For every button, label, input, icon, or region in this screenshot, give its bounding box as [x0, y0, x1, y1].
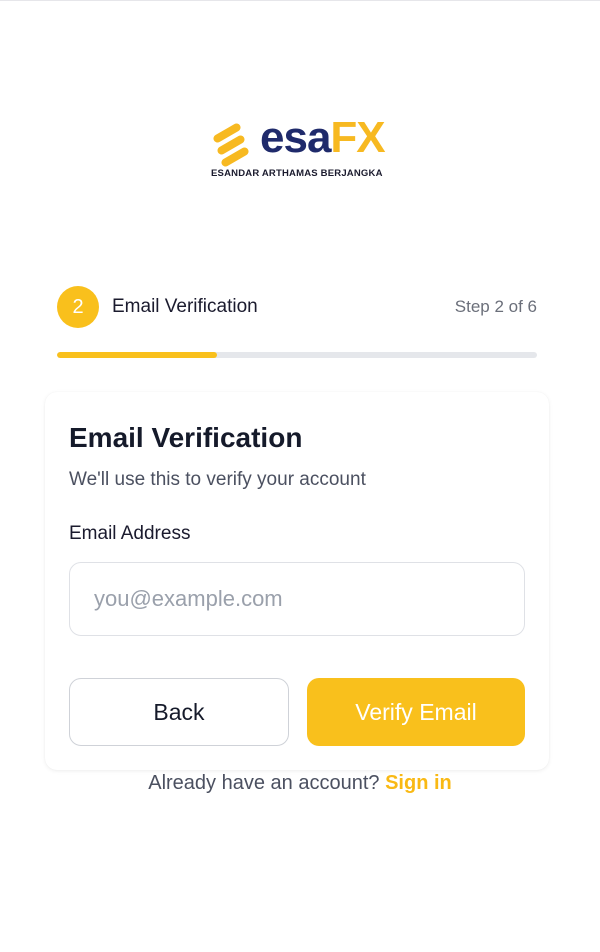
back-button[interactable]: Back — [69, 678, 289, 746]
card-title: Email Verification — [69, 422, 303, 453]
email-label: Email Address — [69, 523, 191, 544]
step-count: Step 2 of 6 — [454, 297, 537, 316]
signin-prompt-text: Already have an account? — [148, 772, 380, 794]
signin-link[interactable]: Sign in — [385, 772, 452, 794]
logo-fx-text: FX — [330, 113, 385, 162]
registration-page: esaFX ESANDAR ARTHAMAS BERJANGKA 2 Email… — [0, 0, 600, 952]
progress-bar — [57, 352, 537, 358]
stepper-header: 2 Email Verification Step 2 of 6 — [57, 286, 537, 328]
progress-bar-fill — [57, 352, 217, 358]
verify-email-button[interactable]: Verify Email — [307, 678, 525, 746]
logo-esa-text: esa — [260, 113, 331, 162]
step-number-badge: 2 — [57, 286, 99, 328]
esafx-logo: esaFX ESANDAR ARTHAMAS BERJANGKA — [210, 113, 390, 183]
card-subtitle: We'll use this to verify your account — [69, 469, 366, 490]
signin-prompt: Already have an account? Sign in — [0, 772, 600, 795]
logo-tagline: ESANDAR ARTHAMAS BERJANGKA — [211, 168, 383, 179]
verification-card: Email Verification We'll use this to ver… — [45, 392, 549, 770]
email-input[interactable] — [69, 562, 525, 636]
logo-wordmark: esaFX — [260, 113, 386, 163]
logo-stripes-icon — [213, 123, 249, 167]
step-title: Email Verification — [112, 296, 258, 317]
